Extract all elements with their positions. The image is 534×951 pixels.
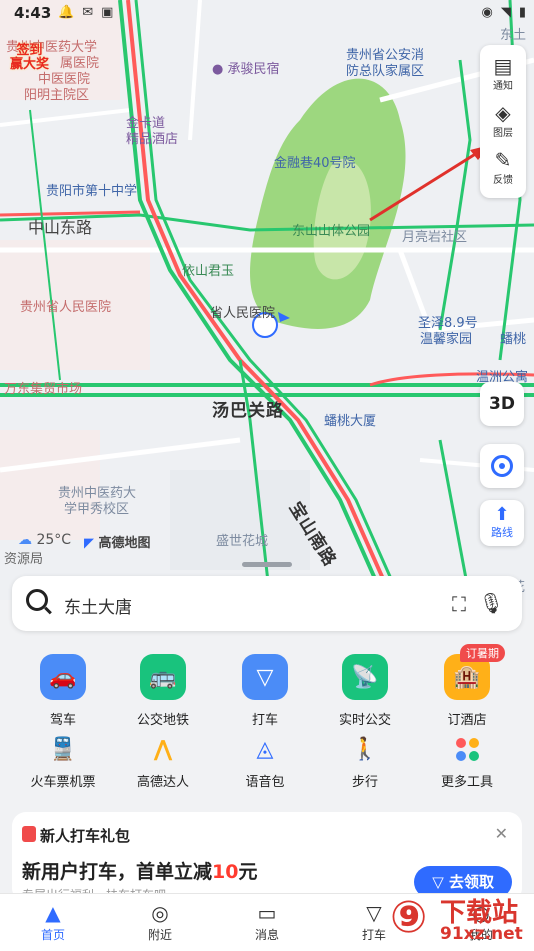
nav-nearby[interactable]: ◎ 附近 (120, 902, 200, 943)
home-arrow-icon: ▲ (45, 901, 61, 925)
notification-icon: 🔔 (58, 5, 75, 20)
watermark-domain: 91xz.net (440, 924, 523, 944)
nav-messages[interactable]: ▭ 消息 (227, 902, 307, 943)
map-label-people-hospital: 贵州省人民医院 (20, 300, 112, 315)
map-label-peitao: 蟠桃 (500, 332, 527, 347)
location-pin-icon: ◎ (151, 901, 169, 925)
watermark-logo-icon: ⑨ (390, 892, 428, 943)
mail-icon: ✉ (82, 5, 94, 20)
map-label-yangming: 阳明主院区 (24, 88, 90, 103)
shortcut-grid: 🚗 驾车 🚌 公交地铁 ▽ 打车 📡 实时公交 🏨 订酒店 订暑期 🚆 火车票机… (0, 640, 534, 800)
map-label-pantao-tower: 蟠桃大厦 (324, 414, 377, 429)
battery-icon: ▮ (518, 5, 526, 20)
layers-icon: ◈ (495, 101, 511, 125)
map-label-chengjun[interactable]: ● 承骏民宿 (212, 58, 280, 77)
feedback-pen-icon: ✎ (494, 148, 512, 172)
layers-button[interactable]: ◈ 图层 (493, 98, 513, 145)
close-icon[interactable]: ✕ (495, 824, 508, 843)
map-label-jinka-2: 精品酒店 (126, 132, 179, 147)
amap-logo: ◤ 高德地图 (84, 536, 151, 551)
taxi-icon: ▽ (242, 654, 288, 700)
map-label-resource: 资源局 (4, 552, 44, 567)
map-label-jinrong: 金融巷40号院 (274, 156, 356, 171)
app-icon: ▣ (101, 5, 114, 20)
shortcut-train-flight[interactable]: 🚆 火车票机票 (18, 734, 108, 791)
search-bar[interactable]: 东土大唐 ⛶ 🎙 (12, 576, 522, 631)
weather-label: ☁ 25°C (18, 532, 72, 548)
scan-icon[interactable]: ⛶ (452, 592, 466, 616)
gift-icon (22, 826, 36, 842)
site-watermark: ⑨ 下载站 91xz.net (384, 888, 534, 950)
map-label-yishan: 依山君玉 (182, 264, 235, 279)
cloud-icon: ☁ (18, 532, 32, 548)
shortcut-walk[interactable]: 🚶 步行 (320, 734, 410, 791)
shortcut-expert[interactable]: ⋀ 高德达人 (118, 734, 208, 791)
map-label-sheng-hospital: 省人民医院 (210, 306, 276, 321)
microphone-icon[interactable]: 🎙 (479, 591, 504, 615)
shortcut-voice-pack[interactable]: ◬ 语音包 (220, 734, 310, 791)
shortcut-bus-metro[interactable]: 🚌 公交地铁 (118, 654, 208, 728)
amap-logo-icon: ◤ (84, 536, 94, 551)
summer-badge: 订暑期 (460, 644, 505, 662)
map-view[interactable]: 贵州中医药大学 属医院 中医医院 阳明主院区 签到 赢大奖 ● 承骏民宿 贵州省… (0, 0, 534, 600)
location-status-icon: ◉ (481, 5, 493, 20)
drag-handle[interactable] (242, 562, 292, 567)
notice-icon: ▤ (493, 54, 513, 78)
map-label-wanche: 万东集贸市场 (4, 382, 83, 397)
taxi-nav-icon: ▽ (366, 901, 382, 925)
locate-button[interactable] (480, 444, 524, 488)
road-label-tangba: 汤巴关路 (212, 401, 284, 421)
voice-pack-icon: ◬ (256, 736, 274, 762)
nav-home[interactable]: ▲ 首页 (13, 902, 93, 943)
walk-icon: 🚶 (351, 736, 379, 762)
map-label-tcm-school-2: 学甲秀校区 (64, 502, 130, 517)
shortcut-taxi[interactable]: ▽ 打车 (220, 654, 310, 728)
route-button[interactable]: ⬆ 路线 (480, 500, 524, 546)
feedback-button[interactable]: ✎ 反馈 (493, 145, 513, 192)
map-toolbar: ▤ 通知 ◈ 图层 ✎ 反馈 (480, 45, 526, 198)
map-label-gongan-2: 防总队家属区 (346, 64, 425, 79)
checkin-prize-badge[interactable]: 签到 赢大奖 (10, 44, 49, 72)
3d-button[interactable]: 3D (480, 382, 524, 426)
promo-title: 新人打车礼包 (40, 827, 131, 845)
car-icon: 🚗 (40, 654, 86, 700)
notice-button[interactable]: ▤ 通知 (493, 51, 513, 98)
map-label-dongshan-park: 东山山体公园 (292, 224, 371, 239)
shortcut-drive[interactable]: 🚗 驾车 (18, 654, 108, 728)
map-label-shengshi: 盛世花城 (216, 534, 269, 549)
shortcut-more-tools[interactable]: 更多工具 (422, 734, 512, 790)
map-label-yueliang: 月亮岩社区 (402, 230, 468, 245)
locate-icon (491, 455, 513, 477)
status-bar: 4:43 🔔 ✉ ▣ ◉ ◥ ▮ (0, 0, 534, 28)
search-input[interactable]: 东土大唐 (64, 593, 132, 618)
bus-icon: 🚌 (140, 654, 186, 700)
shortcut-realtime-bus[interactable]: 📡 实时公交 (320, 654, 410, 728)
expert-icon: ⋀ (153, 736, 173, 762)
map-label-school: 贵阳市第十中学 (46, 184, 138, 199)
route-arrow-icon: ⬆ (494, 504, 510, 525)
realtime-bus-icon: 📡 (342, 654, 388, 700)
promo-headline: 新用户打车，首单立减10元 (22, 861, 258, 883)
map-label-wenxin: 温馨家园 (420, 332, 473, 347)
message-icon: ▭ (257, 901, 277, 925)
road-label-zhongshan: 中山东路 (28, 218, 93, 237)
train-icon: 🚆 (49, 736, 77, 762)
more-tools-icon (452, 734, 482, 764)
status-time: 4:43 (14, 4, 52, 22)
wifi-icon: ◥ (500, 5, 511, 20)
shortcut-hotel[interactable]: 🏨 订酒店 订暑期 (422, 644, 512, 728)
